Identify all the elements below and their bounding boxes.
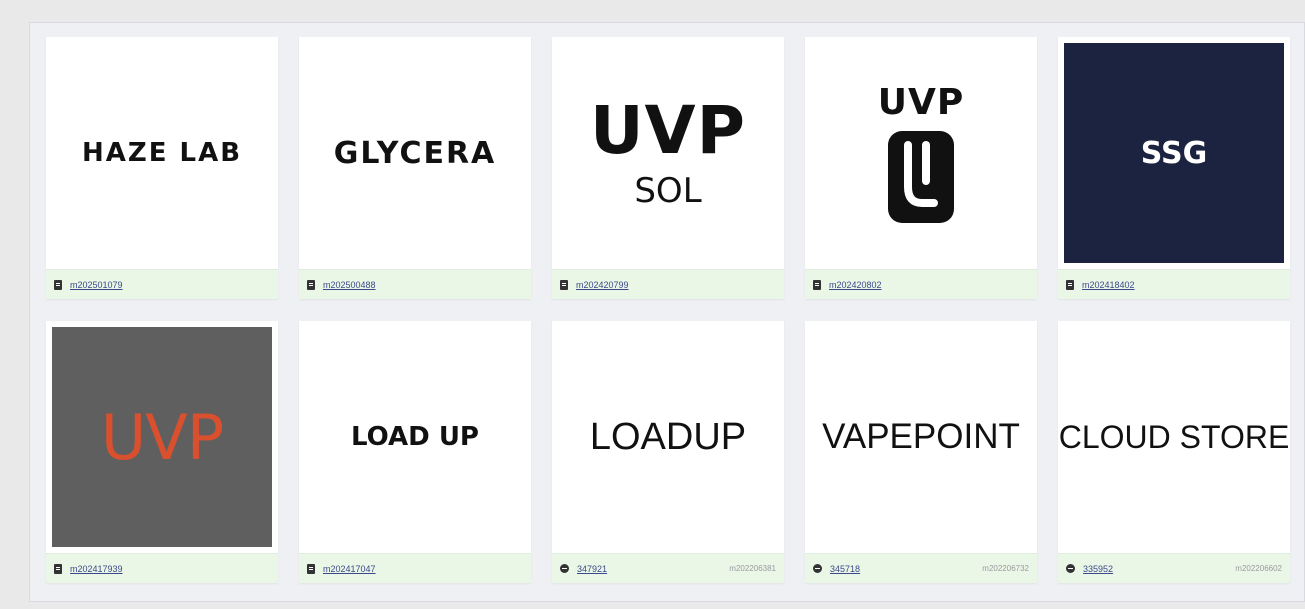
application-number: m202206602 bbox=[1235, 564, 1282, 573]
registration-number-link[interactable]: 347921 bbox=[577, 564, 607, 574]
application-number-link[interactable]: m202501079 bbox=[70, 280, 123, 290]
document-icon bbox=[54, 279, 62, 290]
card-footer: 347921 m202206381 bbox=[552, 553, 784, 583]
card-footer: m202420799 bbox=[552, 269, 784, 299]
document-icon bbox=[54, 563, 62, 574]
logo-text: HAZE LAB bbox=[81, 138, 243, 168]
results-grid: HAZE LAB m202501079 GLYCERA m202500488 U… bbox=[29, 22, 1305, 602]
registration-number-link[interactable]: 335952 bbox=[1083, 564, 1113, 574]
logo-text: CLOUD STORE bbox=[1058, 418, 1290, 455]
trademark-card[interactable]: CLOUD STORE 335952 m202206602 bbox=[1058, 321, 1290, 583]
logo-text: SSG bbox=[1140, 135, 1208, 171]
registered-icon bbox=[813, 564, 822, 573]
logo-line-1: UVP bbox=[877, 81, 965, 123]
card-footer: 335952 m202206602 bbox=[1058, 553, 1290, 583]
logo-text: GLYCERA bbox=[333, 135, 497, 171]
logo-image[interactable]: GLYCERA bbox=[299, 37, 531, 269]
application-number: m202206732 bbox=[982, 564, 1029, 573]
card-footer: m202420802 bbox=[805, 269, 1037, 299]
logo-text: LOAD UP bbox=[351, 422, 479, 452]
logo-text: VAPEPOINT bbox=[822, 417, 1020, 456]
application-number-link[interactable]: m202417047 bbox=[323, 564, 376, 574]
card-footer: m202417047 bbox=[299, 553, 531, 583]
trademark-card[interactable]: LOADUP 347921 m202206381 bbox=[552, 321, 784, 583]
trademark-card[interactable]: UVP m202417939 bbox=[46, 321, 278, 583]
logo-text: UVP bbox=[878, 82, 964, 225]
application-number-link[interactable]: m202417939 bbox=[70, 564, 123, 574]
logo-image[interactable]: LOAD UP bbox=[299, 321, 531, 553]
registration-number-link[interactable]: 345718 bbox=[830, 564, 860, 574]
logo-image[interactable]: UVP bbox=[46, 321, 278, 553]
logo-text: UVP SOL bbox=[589, 92, 747, 211]
registered-icon bbox=[1066, 564, 1075, 573]
trademark-card[interactable]: UVP m202420802 bbox=[805, 37, 1037, 299]
card-footer: m202501079 bbox=[46, 269, 278, 299]
logo-line-2: SOL bbox=[634, 171, 702, 211]
card-footer: m202500488 bbox=[299, 269, 531, 299]
logo-image[interactable]: UVP SOL bbox=[552, 37, 784, 269]
logo-image[interactable]: CLOUD STORE bbox=[1058, 321, 1290, 553]
trademark-card[interactable]: SSG m202418402 bbox=[1058, 37, 1290, 299]
logo-line-1: UVP bbox=[589, 92, 747, 169]
logo-image[interactable]: VAPEPOINT bbox=[805, 321, 1037, 553]
document-icon bbox=[307, 279, 315, 290]
registered-icon bbox=[560, 564, 569, 573]
card-footer: 345718 m202206732 bbox=[805, 553, 1037, 583]
logo-text: LOADUP bbox=[589, 415, 747, 458]
application-number-link[interactable]: m202420802 bbox=[829, 280, 882, 290]
card-footer: m202417939 bbox=[46, 553, 278, 583]
logo-image[interactable]: SSG bbox=[1058, 37, 1290, 269]
logo-image[interactable]: UVP bbox=[805, 37, 1037, 269]
document-icon bbox=[307, 563, 315, 574]
trademark-card[interactable]: LOAD UP m202417047 bbox=[299, 321, 531, 583]
trademark-card[interactable]: VAPEPOINT 345718 m202206732 bbox=[805, 321, 1037, 583]
document-icon bbox=[1066, 279, 1074, 290]
trademark-card[interactable]: GLYCERA m202500488 bbox=[299, 37, 531, 299]
uvp-mark-icon bbox=[887, 130, 954, 223]
application-number-link[interactable]: m202500488 bbox=[323, 280, 376, 290]
logo-text: UVP bbox=[100, 400, 224, 474]
application-number-link[interactable]: m202420799 bbox=[576, 280, 629, 290]
card-footer: m202418402 bbox=[1058, 269, 1290, 299]
logo-background: UVP bbox=[52, 327, 272, 547]
document-icon bbox=[813, 279, 821, 290]
logo-background: SSG bbox=[1064, 43, 1284, 263]
document-icon bbox=[560, 279, 568, 290]
trademark-card[interactable]: UVP SOL m202420799 bbox=[552, 37, 784, 299]
trademark-card[interactable]: HAZE LAB m202501079 bbox=[46, 37, 278, 299]
application-number-link[interactable]: m202418402 bbox=[1082, 280, 1135, 290]
application-number: m202206381 bbox=[729, 564, 776, 573]
logo-image[interactable]: HAZE LAB bbox=[46, 37, 278, 269]
logo-image[interactable]: LOADUP bbox=[552, 321, 784, 553]
